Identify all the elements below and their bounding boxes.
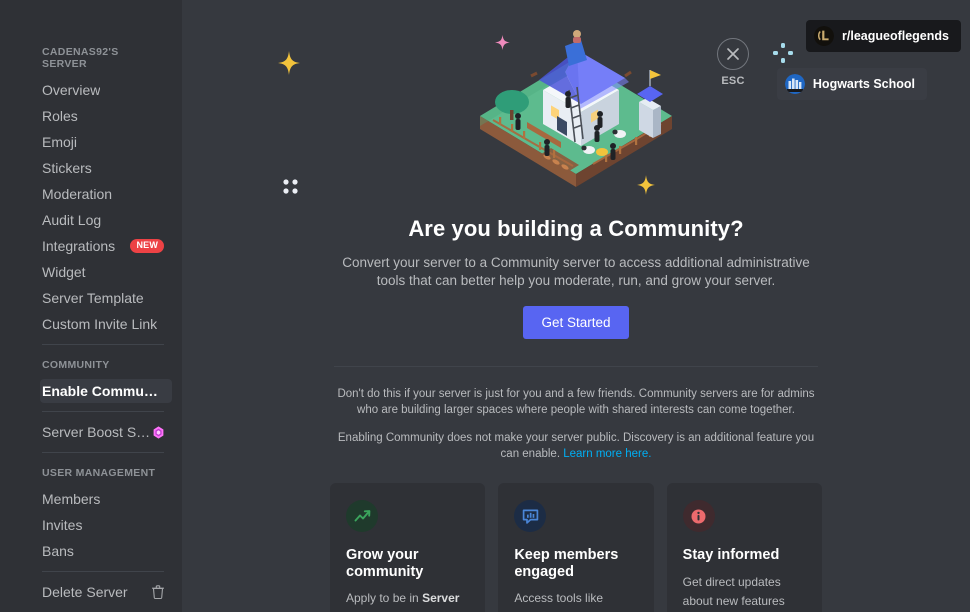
- sidebar-item-label: Stickers: [42, 160, 92, 176]
- new-badge: NEW: [130, 239, 164, 253]
- page-subtitle: Convert your server to a Community serve…: [342, 255, 810, 288]
- sidebar-item-overview[interactable]: Overview: [40, 78, 172, 102]
- card-keep-members-engaged: Keep members engaged Access tools like S…: [498, 483, 654, 612]
- card-body: Access tools like Server Insights i that…: [514, 589, 637, 612]
- sidebar-item-label: Emoji: [42, 134, 78, 150]
- insights-chart-icon: [514, 500, 547, 533]
- trending-up-icon: [346, 500, 378, 533]
- close-settings-button[interactable]: ESC: [707, 38, 759, 87]
- server-tooltip-label: Hogwarts School: [812, 77, 915, 91]
- sidebar-item-label: Server Boost Status: [42, 424, 153, 440]
- sidebar-item-custom-invite-link[interactable]: Custom Invite Link: [40, 312, 172, 336]
- settings-main-panel: Are you building a Community? Convert yo…: [182, 0, 970, 612]
- sidebar-user-management-header: USER MANAGEMENT: [42, 467, 156, 479]
- sidebar-divider: [42, 452, 164, 453]
- sidebar-item-enable-community[interactable]: Enable Community: [40, 379, 172, 403]
- get-started-button[interactable]: Get Started: [523, 305, 629, 339]
- yellow-sparkle-icon: [637, 175, 655, 200]
- sidebar-item-label: Server Template: [42, 290, 144, 306]
- settings-sidebar: CADENAS92'S SERVER Overview Roles Emoji …: [0, 0, 182, 612]
- sidebar-server-header: CADENAS92'S SERVER: [42, 46, 119, 70]
- card-title: Stay informed: [682, 547, 780, 564]
- fineprint-warning: Don't do this if your server is just for…: [337, 387, 815, 416]
- sidebar-item-server-template[interactable]: Server Template: [40, 286, 172, 310]
- card-title: Grow your community: [346, 547, 424, 580]
- page-title: Are you building a Community?: [408, 216, 744, 241]
- sidebar-divider: [42, 411, 164, 412]
- section-divider: [334, 365, 818, 367]
- sidebar-item-members[interactable]: Members: [40, 487, 172, 511]
- yellow-sparkle-icon: [278, 51, 300, 80]
- card-body-part: Get direct updates about new features bu…: [682, 574, 785, 608]
- sidebar-item-moderation[interactable]: Moderation: [40, 182, 172, 206]
- white-dots-icon: [282, 178, 299, 200]
- sidebar-item-invites[interactable]: Invites: [40, 513, 172, 537]
- sidebar-item-stickers[interactable]: Stickers: [40, 156, 172, 180]
- sidebar-community-header: COMMUNITY: [42, 359, 110, 371]
- fineprint-discovery: Enabling Community does not make your se…: [330, 431, 822, 462]
- sidebar-item-label: Members: [42, 491, 101, 507]
- sidebar-item-widget[interactable]: Widget: [40, 260, 172, 284]
- server-tooltip-leagueoflegends[interactable]: r/leagueoflegends: [806, 20, 961, 52]
- sidebar-item-audit-log[interactable]: Audit Log: [40, 208, 172, 232]
- trash-icon: [152, 585, 164, 599]
- sidebar-item-bans[interactable]: Bans: [40, 539, 172, 563]
- card-body: Get direct updates about new features bu…: [683, 573, 806, 612]
- boost-gem-icon: [153, 425, 164, 439]
- sidebar-item-emoji[interactable]: Emoji: [40, 130, 172, 154]
- sidebar-item-label: Delete Server: [42, 584, 128, 600]
- card-body-part: Access tools like: [514, 590, 604, 605]
- sidebar-item-server-boost-status[interactable]: Server Boost Status: [40, 420, 172, 444]
- discord-server-settings: CADENAS92'S SERVER Overview Roles Emoji …: [0, 0, 970, 612]
- card-title: Keep members engaged: [514, 547, 619, 580]
- feature-cards: Grow your community Apply to be in Serve…: [330, 483, 822, 612]
- card-stay-informed: Stay informed Get direct updates about n…: [666, 483, 822, 612]
- sidebar-item-label: Bans: [42, 543, 74, 559]
- info-alert-icon: [682, 500, 715, 533]
- sidebar-item-label: Invites: [42, 517, 83, 533]
- sidebar-item-label: Widget: [42, 264, 86, 280]
- sidebar-divider: [42, 571, 164, 572]
- card-body: Apply to be in Server Discovery so more …: [346, 589, 469, 612]
- card-grow-your-community: Grow your community Apply to be in Serve…: [330, 483, 486, 612]
- sidebar-item-label: Roles: [42, 108, 78, 124]
- sidebar-item-label: Audit Log: [42, 212, 102, 228]
- sidebar-item-label: Moderation: [42, 186, 113, 202]
- sidebar-item-integrations[interactable]: Integrations NEW: [40, 234, 172, 258]
- server-tooltip-label: r/leagueoflegends: [842, 29, 949, 43]
- server-tooltip-hogwarts[interactable]: Hogwarts School: [776, 68, 927, 100]
- sidebar-item-label: Overview: [42, 82, 101, 98]
- sidebar-item-roles[interactable]: Roles: [40, 104, 172, 128]
- card-body-part: Apply to be in: [346, 590, 423, 605]
- learn-more-link[interactable]: Learn more here.: [563, 448, 651, 460]
- sidebar-item-delete-server[interactable]: Delete Server: [40, 580, 172, 604]
- lol-server-icon: [814, 26, 835, 46]
- close-esc-label: ESC: [721, 75, 745, 87]
- sidebar-item-label: Enable Community: [42, 383, 164, 399]
- close-x-icon: [717, 38, 749, 70]
- blue-dots-icon: [773, 43, 793, 68]
- pink-sparkle-icon: [495, 35, 510, 55]
- sidebar-item-label: Integrations: [42, 238, 116, 254]
- sidebar-item-label: Custom Invite Link: [42, 316, 158, 332]
- sidebar-divider: [42, 344, 164, 345]
- hogwarts-server-icon: [784, 74, 805, 94]
